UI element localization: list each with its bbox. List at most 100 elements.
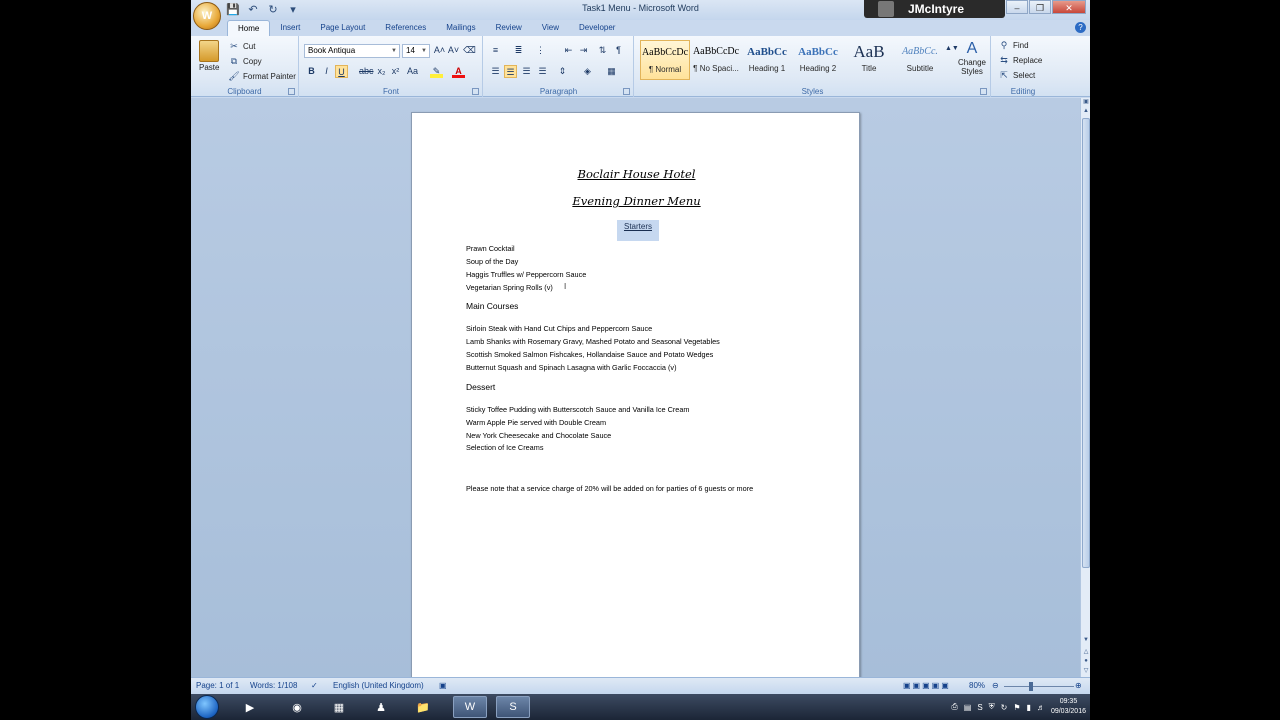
increase-indent-icon[interactable]: ⇥ (577, 44, 590, 57)
grow-font-icon[interactable]: A˄ (433, 44, 446, 57)
style-title[interactable]: AaB Title (844, 40, 894, 80)
vertical-scrollbar[interactable]: ▣ ▲ ▼ △ ● ▽ (1080, 98, 1090, 677)
minimize-button[interactable]: – (1006, 0, 1028, 14)
proofing-icon[interactable]: ✓ (311, 681, 318, 690)
document-area[interactable]: Boclair House Hotel Evening Dinner Menu … (191, 98, 1080, 677)
user-app-icon[interactable]: ♟ (364, 696, 398, 718)
scissors-icon: ✂ (230, 41, 238, 51)
zoom-slider-handle[interactable] (1029, 682, 1033, 691)
align-right-icon[interactable]: ☰ (520, 65, 533, 78)
zoom-level[interactable]: 80% (969, 681, 985, 690)
style-heading-1[interactable]: AaBbCc Heading 1 (742, 40, 792, 80)
tab-mailings[interactable]: Mailings (436, 20, 485, 36)
align-left-icon[interactable]: ☰ (489, 65, 502, 78)
style-heading-2[interactable]: AaBbCc Heading 2 (793, 40, 843, 80)
style-subtitle[interactable]: AaBbCc. Subtitle (895, 40, 945, 80)
system-tray: ⎙ ▤ S ⛨ ↻ ⚑ ▮ ♬ 09:35 09/03/2016 (951, 694, 1086, 720)
style-normal[interactable]: AaBbCcDc ¶ Normal (640, 40, 690, 80)
file-manager-icon[interactable]: 📁 (406, 696, 440, 718)
next-page-icon[interactable]: ▽ (1081, 667, 1090, 677)
document-page[interactable]: Boclair House Hotel Evening Dinner Menu … (411, 112, 860, 677)
justify-icon[interactable]: ☰ (536, 65, 549, 78)
font-size-combo[interactable]: 14 ▼ (402, 44, 430, 58)
find-button[interactable]: ⚲ Find (998, 40, 1029, 51)
tab-references[interactable]: References (375, 20, 436, 36)
highlight-icon[interactable]: ✎ (430, 65, 443, 78)
replace-button[interactable]: ⇆ Replace (998, 55, 1042, 66)
view-buttons-icon[interactable]: ▣▣▣▣▣ (903, 681, 951, 690)
paragraph-launcher-icon[interactable] (623, 88, 630, 95)
zoom-out-icon[interactable]: ⊖ (992, 681, 999, 690)
page-count[interactable]: Page: 1 of 1 (196, 681, 239, 690)
dessert-item: Sticky Toffee Pudding with Butterscotch … (466, 405, 690, 414)
tab-page-layout[interactable]: Page Layout (310, 20, 375, 36)
scroll-up-icon[interactable]: ▲ (1081, 108, 1090, 118)
scrollbar-thumb[interactable] (1082, 118, 1090, 568)
apps-grid-icon[interactable]: ▦ (322, 696, 356, 718)
media-player-icon[interactable]: ▶ (233, 696, 267, 718)
macro-record-icon[interactable]: ▣ (439, 681, 447, 690)
zoom-slider[interactable] (1004, 686, 1074, 687)
subscript-icon[interactable]: x₂ (375, 65, 388, 78)
shield-icon[interactable]: ⛨ (989, 702, 995, 712)
line-spacing-icon[interactable]: ⇕ (556, 65, 569, 78)
clock[interactable]: 09:35 09/03/2016 (1051, 697, 1086, 717)
restore-button[interactable]: ❐ (1029, 0, 1051, 14)
styles-launcher-icon[interactable] (980, 88, 987, 95)
tab-home[interactable]: Home (227, 20, 271, 36)
change-styles-button[interactable]: A Change Styles (955, 40, 989, 76)
tab-review[interactable]: Review (486, 20, 532, 36)
word-count[interactable]: Words: 1/108 (250, 681, 297, 690)
language-indicator[interactable]: English (United Kingdom) (333, 681, 424, 690)
bold-icon[interactable]: B (305, 65, 318, 78)
close-button[interactable]: ✕ (1052, 0, 1086, 14)
cut-button[interactable]: ✂ Cut (228, 41, 255, 52)
sort-icon[interactable]: ⇅ (596, 44, 609, 57)
font-name-combo[interactable]: Book Antiqua ▼ (304, 44, 400, 58)
decrease-indent-icon[interactable]: ⇤ (562, 44, 575, 57)
skype-icon[interactable]: S (977, 703, 982, 712)
word-taskbar-icon[interactable]: W (453, 696, 487, 718)
tab-developer[interactable]: Developer (569, 20, 625, 36)
volume-icon[interactable]: ♬ (1037, 703, 1045, 712)
security-icon[interactable]: ▮ (1027, 703, 1031, 712)
strikethrough-icon[interactable]: abc (359, 65, 374, 78)
tab-insert[interactable]: Insert (270, 20, 310, 36)
style-no-spacing[interactable]: AaBbCcDc ¶ No Spaci... (691, 40, 741, 80)
borders-icon[interactable]: ▦ (605, 65, 618, 78)
help-icon[interactable]: ? (1075, 22, 1086, 33)
office-button[interactable]: W (193, 2, 221, 30)
shrink-font-icon[interactable]: A˅ (447, 44, 460, 57)
tab-view[interactable]: View (532, 20, 569, 36)
align-center-icon[interactable]: ☰ (504, 65, 517, 78)
ruler-toggle-icon[interactable]: ▣ (1081, 98, 1090, 108)
paste-button[interactable]: Paste (199, 40, 219, 72)
scroll-down-icon[interactable]: ▼ (1081, 637, 1090, 647)
dessert-item: Selection of Ice Creams (466, 443, 544, 452)
clipboard-launcher-icon[interactable] (288, 88, 295, 95)
select-button[interactable]: ⇱ Select (998, 70, 1035, 81)
underline-icon[interactable]: U (335, 65, 348, 78)
shading-icon[interactable]: ◈ (581, 65, 594, 78)
format-painter-button[interactable]: 🖌 Format Painter (228, 71, 296, 82)
copy-button[interactable]: ⧉ Copy (228, 56, 262, 67)
pilcrow-icon[interactable]: ¶ (612, 44, 625, 57)
font-color-icon[interactable]: A (452, 65, 465, 78)
sync-icon[interactable]: ↻ (1001, 703, 1008, 712)
clear-format-icon[interactable]: ⌫ (463, 44, 476, 57)
font-launcher-icon[interactable] (472, 88, 479, 95)
multilevel-list-icon[interactable]: ⋮ (534, 44, 547, 57)
printer-icon[interactable]: ⎙ (951, 702, 957, 712)
flag-icon[interactable]: ⚑ (1013, 703, 1020, 712)
start-button[interactable] (195, 695, 219, 719)
chrome-icon[interactable]: ◉ (280, 696, 314, 718)
bullets-icon[interactable]: ≡ (489, 44, 502, 57)
zoom-in-icon[interactable]: ⊕ (1075, 681, 1082, 690)
superscript-icon[interactable]: x² (389, 65, 402, 78)
network-icon[interactable]: ▤ (964, 703, 972, 712)
italic-icon[interactable]: I (320, 65, 333, 78)
screencast-icon[interactable]: S (496, 696, 530, 718)
change-case-icon[interactable]: Aa (406, 65, 419, 78)
previous-page-icon[interactable]: △ (1081, 648, 1090, 658)
numbering-icon[interactable]: ≣ (512, 44, 525, 57)
